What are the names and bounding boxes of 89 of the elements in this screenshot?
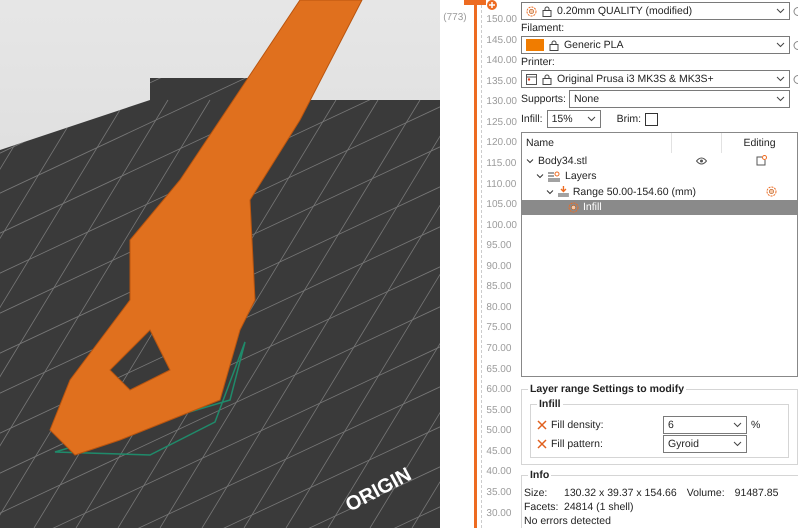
infill-setting-icon [568, 202, 579, 213]
height-tick-label: 90.00 [485, 260, 512, 274]
edit-object-icon[interactable] [756, 155, 767, 166]
supports-dropdown[interactable]: None [568, 90, 790, 108]
info-value: 24814 (1 shell) [564, 501, 634, 513]
height-tick-label: 75.00 [485, 322, 512, 336]
settings-icon[interactable] [793, 6, 798, 16]
lock-icon [549, 40, 559, 50]
expand-toggle-icon[interactable] [546, 188, 554, 196]
setting-dropdown[interactable]: 6 [663, 416, 747, 434]
height-tick-label: 95.00 [485, 240, 512, 254]
setting-dropdown[interactable]: Gyroid [663, 434, 747, 452]
height-tick-label: 125.00 [485, 116, 517, 130]
remove-setting-icon[interactable] [537, 438, 547, 448]
height-tick-label: 40.00 [485, 466, 512, 480]
brim-label: Brim: [616, 113, 642, 125]
height-tick-label: 60.00 [485, 384, 512, 398]
infill-label: Infill: [521, 113, 543, 125]
remove-setting-icon[interactable] [537, 420, 547, 430]
column-header: Editing [742, 136, 777, 151]
height-tick-label: 30.00 [485, 508, 512, 520]
expand-toggle-icon[interactable] [536, 172, 544, 180]
layer-range-icon [558, 186, 569, 198]
caret-icon [586, 116, 596, 122]
expand-toggle-icon[interactable] [526, 156, 534, 165]
tree-item-label: Layers [565, 170, 597, 182]
add-color-change-icon[interactable] [487, 0, 497, 10]
brim-checkbox[interactable] [645, 112, 658, 126]
column-header: Name [522, 133, 672, 153]
preset-label: Filament: [521, 22, 566, 34]
range-settings-icon [766, 186, 777, 198]
lock-icon [542, 6, 552, 16]
caret-icon [733, 440, 742, 446]
group-title: Layer range Settings to modify [528, 383, 686, 395]
height-tick-label: 145.00 [485, 34, 517, 48]
group-title: Info [528, 469, 552, 481]
slider-handle[interactable] [464, 0, 486, 5]
caret-icon [776, 8, 785, 14]
height-tick-label: 80.00 [485, 302, 512, 315]
height-tick-label: 105.00 [485, 199, 517, 212]
height-tick-label: 150.00 [485, 14, 517, 27]
infill-dropdown[interactable]: 15% [546, 110, 601, 128]
supports-label: Supports: [521, 93, 566, 105]
height-tick-label: 110.00 [485, 178, 517, 192]
setting-label: Fill pattern: [551, 438, 604, 450]
layer-slider-track[interactable] [474, 5, 478, 528]
height-tick-label: 35.00 [485, 486, 512, 500]
print-settings-icon [526, 6, 537, 16]
preset-dropdown[interactable]: Generic PLA [521, 36, 790, 54]
layers-icon [548, 170, 561, 182]
preset-dropdown[interactable]: Original Prusa i3 MK3S & MK3S+ [521, 70, 790, 88]
height-tick-label: 70.00 [485, 343, 512, 356]
settings-icon[interactable] [793, 74, 798, 84]
caret-icon [776, 42, 785, 48]
unit-label: % [751, 418, 760, 430]
height-tick-label: 55.00 [485, 404, 512, 418]
height-tick-label: 135.00 [485, 76, 517, 89]
height-tick-label: 45.00 [485, 446, 512, 459]
tree-row[interactable]: Range 50.00-154.60 (mm) [522, 184, 797, 200]
tree-item-label: Range 50.00-154.60 (mm) [572, 186, 696, 198]
caret-icon [733, 422, 742, 428]
status-text: No errors detected [524, 515, 611, 527]
tree-item-label: Body34.stl [538, 154, 588, 167]
height-tick-label: 50.00 [485, 425, 512, 438]
height-tick-label: 130.00 [485, 96, 517, 110]
height-tick-label: 120.00 [485, 137, 517, 150]
caret-icon [776, 96, 785, 102]
height-tick-label: 100.00 [485, 220, 517, 233]
tree-row[interactable]: Layers [522, 168, 797, 184]
preset-dropdown[interactable]: 0.20mm QUALITY (modified) [521, 2, 790, 20]
caret-icon [776, 76, 785, 82]
height-tick-label: 140.00 [485, 55, 517, 68]
height-tick-label: 115.00 [485, 158, 517, 171]
height-tick-label: 65.00 [485, 364, 512, 377]
printer-icon [526, 74, 537, 84]
lock-icon [542, 74, 552, 84]
settings-icon[interactable] [793, 40, 798, 50]
setting-label: Fill density: [551, 418, 605, 430]
layer-count: (773) [443, 12, 467, 25]
info-label: Size: [524, 487, 548, 499]
preset-label: Printer: [521, 56, 556, 68]
eye-icon[interactable] [696, 156, 706, 165]
info-label: Volume: [686, 487, 725, 499]
info-value: 91487.85 [734, 487, 778, 499]
height-tick-label: 85.00 [485, 281, 512, 294]
tree-row[interactable]: Body34.stl [522, 153, 797, 168]
tree-item-label: Infill [583, 201, 602, 214]
info-value: 130.32 x 39.37 x 154.66 [564, 487, 677, 499]
group-title: Infill [537, 398, 563, 410]
